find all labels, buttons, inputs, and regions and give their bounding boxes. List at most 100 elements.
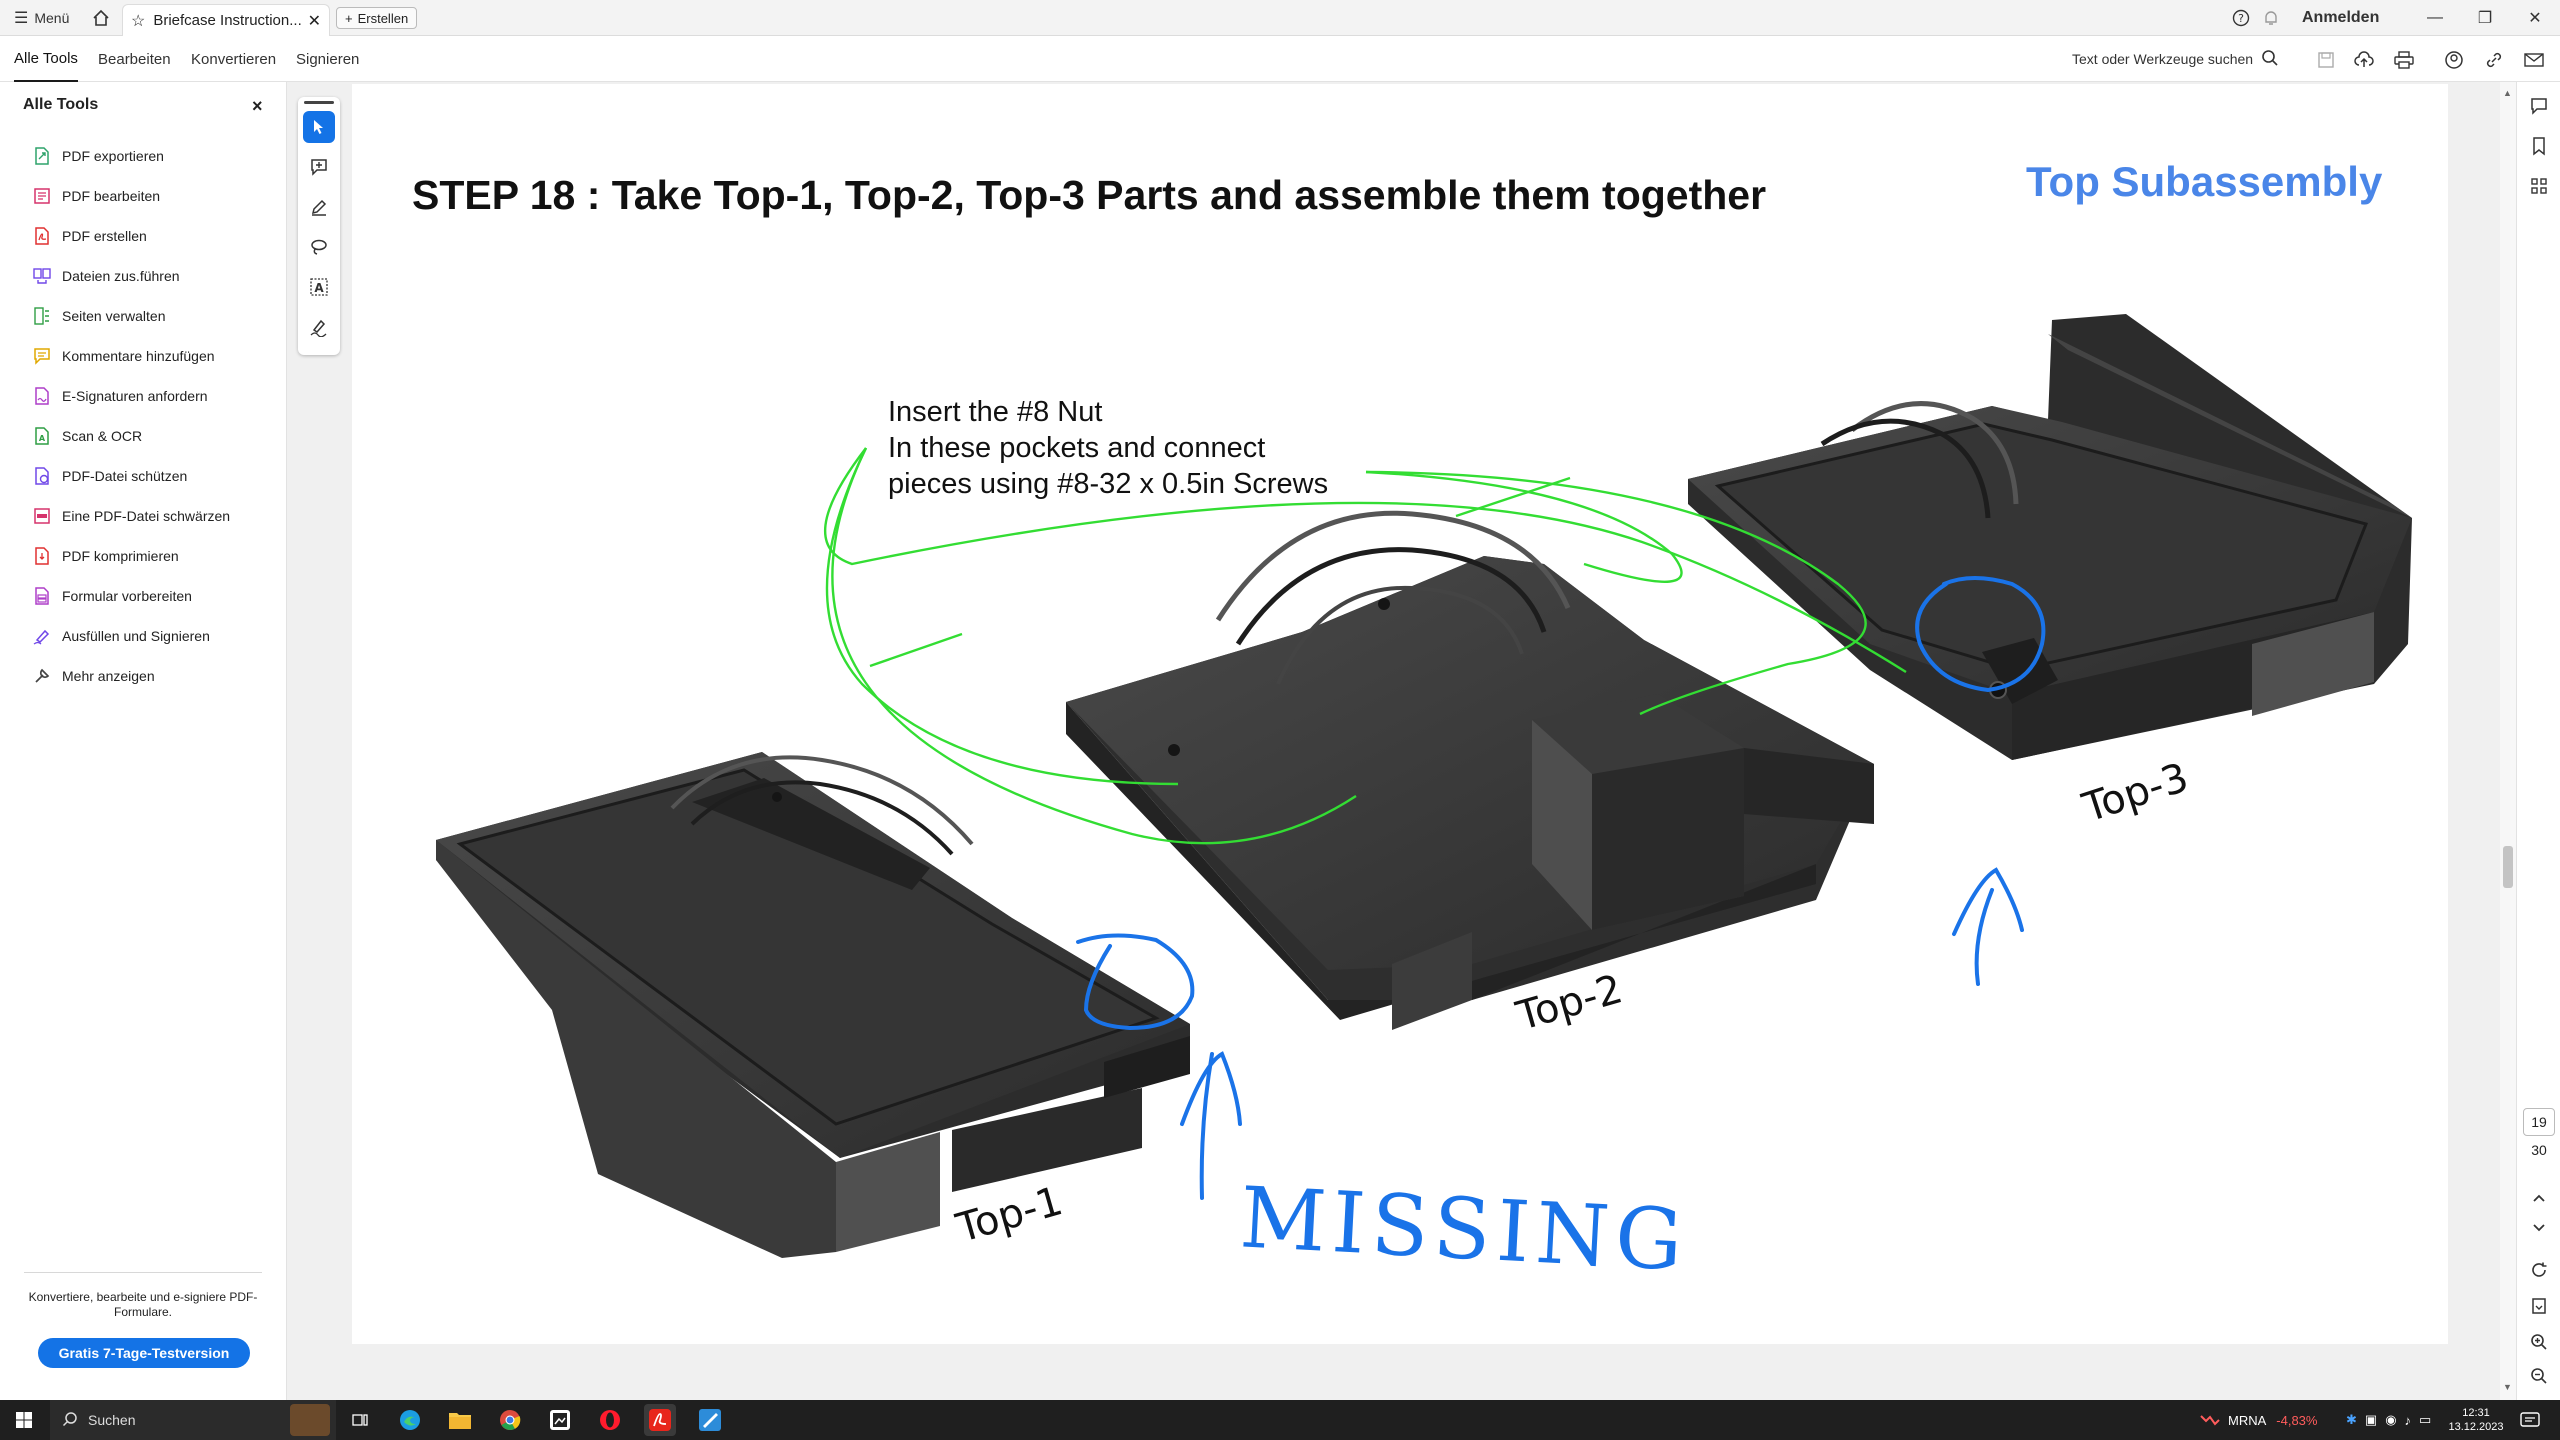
promo-text: Konvertiere, bearbeite und e-signiere PD… — [28, 1290, 258, 1319]
menu-label: Menü — [34, 10, 70, 26]
close-window-icon[interactable]: ✕ — [2510, 0, 2560, 36]
close-tab-icon[interactable]: ✕ — [308, 11, 321, 31]
notifications-icon[interactable] — [2520, 1400, 2540, 1440]
network-icon[interactable]: ◉ — [2385, 1412, 2396, 1428]
search-icon — [62, 1411, 78, 1430]
tool-item-fill-sign[interactable]: Ausfüllen und Signieren — [32, 624, 210, 648]
tool-item-compress-pdf[interactable]: PDF komprimieren — [32, 544, 179, 568]
tool-item-label: PDF komprimieren — [62, 548, 179, 564]
editor-app-icon[interactable] — [694, 1404, 726, 1436]
assembly-illustration — [436, 314, 2412, 1258]
close-panel-icon[interactable]: × — [252, 96, 263, 117]
menu-button[interactable]: ☰ Menü — [14, 0, 69, 36]
photo-app-icon[interactable] — [544, 1404, 576, 1436]
search-label: Suchen — [88, 1412, 136, 1428]
add-comment-icon[interactable] — [303, 151, 335, 183]
select-tool-icon[interactable] — [303, 111, 335, 143]
zoom-out-icon[interactable] — [2527, 1364, 2551, 1388]
restore-icon[interactable]: ❐ — [2460, 0, 2510, 36]
tab-sign[interactable]: Signieren — [296, 36, 359, 82]
tool-item-prepare-form[interactable]: Formular vorbereiten — [32, 584, 192, 608]
divider — [24, 1272, 262, 1273]
link-icon[interactable] — [2482, 48, 2506, 72]
task-view-icon[interactable] — [344, 1404, 376, 1436]
display-icon[interactable]: ▭ — [2419, 1412, 2431, 1428]
strip-handle[interactable] — [304, 101, 334, 104]
bell-icon[interactable] — [2262, 0, 2280, 36]
organize-pages-icon — [32, 306, 52, 326]
tool-item-label: Kommentare hinzufügen — [62, 348, 215, 364]
request-signature-icon — [32, 386, 52, 406]
tool-item-create-pdf[interactable]: PDF erstellen — [32, 224, 147, 248]
mail-icon[interactable] — [2522, 48, 2546, 72]
clock[interactable]: 12:31 13.12.2023 — [2446, 1400, 2506, 1440]
home-icon[interactable] — [92, 0, 110, 36]
tool-item-protect-pdf[interactable]: PDF-Datei schützen — [32, 464, 187, 488]
chrome-icon[interactable] — [494, 1404, 526, 1436]
note-line: In these pockets and connect — [888, 432, 1266, 464]
tool-item-combine-files[interactable]: Dateien zus.führen — [32, 264, 180, 288]
bluetooth-icon[interactable]: ✱ — [2346, 1412, 2357, 1428]
vertical-scrollbar[interactable]: ▲ ▼ — [2500, 82, 2516, 1400]
stock-widget[interactable]: MRNA -4,83% — [2200, 1400, 2317, 1440]
zoom-in-icon[interactable] — [2527, 1330, 2551, 1354]
tab-all-tools[interactable]: Alle Tools — [14, 36, 78, 82]
tab-edit[interactable]: Bearbeiten — [98, 36, 171, 82]
taskbar-search[interactable]: Suchen — [50, 1400, 336, 1440]
tool-item-more-tools[interactable]: Mehr anzeigen — [32, 664, 155, 688]
step-title: STEP 18 : Take Top-1, Top-2, Top-3 Parts… — [412, 172, 1767, 218]
create-pdf-icon — [32, 226, 52, 246]
tab-title: Briefcase Instruction... — [153, 12, 302, 29]
volume-icon[interactable]: ♪ — [2405, 1413, 2412, 1428]
tool-item-edit-pdf[interactable]: PDF bearbeiten — [32, 184, 160, 208]
tool-item-comment[interactable]: Kommentare hinzufügen — [32, 344, 215, 368]
upload-cloud-icon[interactable] — [2352, 48, 2376, 72]
tab-convert[interactable]: Konvertieren — [191, 36, 276, 82]
share-icon[interactable] — [2442, 48, 2466, 72]
edge-browser-icon[interactable] — [394, 1404, 426, 1436]
print-icon[interactable] — [2392, 48, 2416, 72]
system-tray-icons[interactable]: ✱ ▣ ◉ ♪ ▭ — [2346, 1400, 2431, 1440]
edit-pdf-icon — [32, 186, 52, 206]
windows-start-icon[interactable] — [8, 1404, 40, 1436]
bookmarks-icon[interactable] — [2527, 134, 2551, 158]
chevron-down-icon[interactable] — [2527, 1216, 2551, 1240]
part-top-3 — [1688, 314, 2412, 760]
acrobat-icon[interactable] — [644, 1404, 676, 1436]
app-tray-icon[interactable]: ▣ — [2365, 1412, 2377, 1428]
highlight-pen-icon[interactable] — [303, 191, 335, 223]
tool-item-organize-pages[interactable]: Seiten verwalten — [32, 304, 166, 328]
tool-item-redact-pdf[interactable]: Eine PDF-Datei schwärzen — [32, 504, 230, 528]
opera-icon[interactable] — [594, 1404, 626, 1436]
comments-panel-icon[interactable] — [2527, 94, 2551, 118]
search-tools[interactable]: Text oder Werkzeuge suchen — [2072, 36, 2279, 82]
scroll-up-icon[interactable]: ▲ — [2503, 88, 2512, 98]
thumbnails-icon[interactable] — [2527, 174, 2551, 198]
tool-item-scan-ocr[interactable]: A Scan & OCR — [32, 424, 142, 448]
current-page-input[interactable]: 19 — [2523, 1108, 2555, 1136]
tool-item-label: Seiten verwalten — [62, 308, 166, 324]
total-pages: 30 — [2531, 1142, 2547, 1158]
fill-sign-icon — [32, 626, 52, 646]
sign-in-button[interactable]: Anmelden — [2302, 0, 2379, 36]
document-tab[interactable]: ☆ Briefcase Instruction... ✕ — [122, 4, 330, 36]
scrollbar-thumb[interactable] — [2503, 846, 2513, 888]
draw-lasso-icon[interactable] — [303, 231, 335, 263]
minimize-icon[interactable]: — — [2410, 0, 2460, 36]
tool-item-request-signature[interactable]: E-Signaturen anfordern — [32, 384, 208, 408]
tool-item-export-pdf[interactable]: PDF exportieren — [32, 144, 164, 168]
signature-pen-icon[interactable] — [303, 311, 335, 343]
instruction-note: Insert the #8 Nut In these pockets and c… — [888, 394, 1328, 502]
free-trial-button[interactable]: Gratis 7-Tage-Testversion — [38, 1338, 250, 1368]
chevron-up-icon[interactable] — [2527, 1186, 2551, 1210]
star-icon[interactable]: ☆ — [131, 11, 145, 31]
create-button[interactable]: + Erstellen — [336, 7, 418, 29]
scroll-down-icon[interactable]: ▼ — [2503, 1382, 2512, 1392]
refresh-icon[interactable] — [2527, 1258, 2551, 1282]
page-fit-icon[interactable] — [2527, 1294, 2551, 1318]
help-icon[interactable]: ? — [2232, 0, 2250, 36]
text-box-icon[interactable]: A — [303, 271, 335, 303]
tool-item-label: Scan & OCR — [62, 428, 143, 444]
file-explorer-icon[interactable] — [444, 1404, 476, 1436]
save-icon[interactable] — [2314, 48, 2338, 72]
